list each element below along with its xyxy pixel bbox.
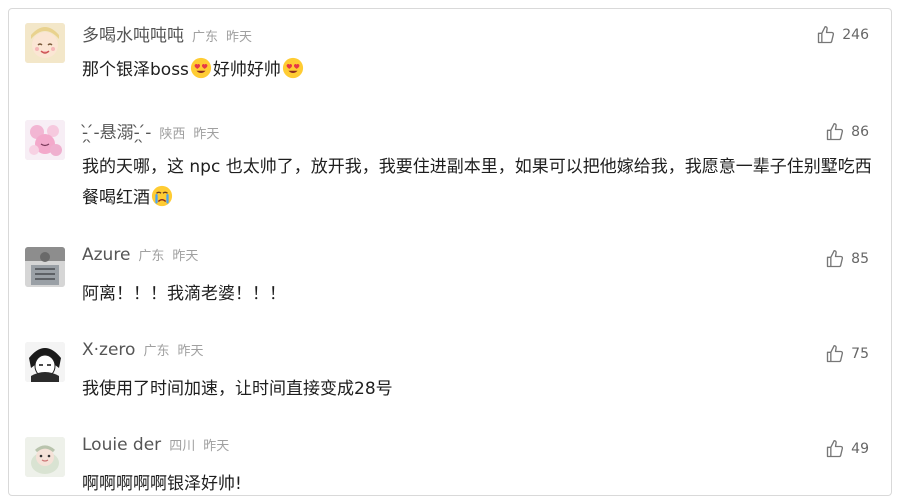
timestamp: 昨天	[177, 344, 204, 359]
comment-meta: -̗̀ ̖́-悬溺-̗̀ ̖́- 陕西 昨天	[82, 118, 227, 143]
thumbs-up-icon	[827, 123, 844, 141]
like-button[interactable]: 75	[825, 342, 869, 366]
timestamp: 昨天	[193, 127, 220, 142]
avatar[interactable]	[25, 247, 65, 287]
comment-text-part: 啊啊啊啊啊银泽好帅!	[82, 474, 242, 494]
comment-item: -̗̀ ̖́-悬溺-̗̀ ̖́- 陕西 昨天 86 我的天哪，这 npc 也太帅…	[9, 106, 891, 221]
region-label: 陕西	[159, 127, 186, 142]
comment-text: 我的天哪，这 npc 也太帅了，放开我，我要住进副本里，如果可以把他嫁给我，我愿…	[82, 152, 872, 214]
comment-text-part: 我使用了时间加速，让时间直接变成28号	[82, 379, 393, 399]
region-label: 广东	[143, 344, 170, 359]
comment-text-part: 好帅好帅	[212, 60, 281, 80]
thumbs-up-icon	[827, 345, 844, 363]
timestamp: 昨天	[226, 30, 253, 45]
like-count: 246	[842, 27, 869, 43]
username[interactable]: Azure	[82, 245, 130, 265]
heart-eyes-emoji	[190, 57, 211, 79]
comment-meta: Azure 广东 昨天	[82, 245, 206, 269]
heart-eyes-emoji	[282, 57, 303, 79]
avatar[interactable]	[25, 437, 65, 477]
thumbs-up-icon	[818, 26, 835, 44]
like-count: 85	[851, 251, 869, 267]
comment-item: Azure 广东 昨天 85 阿离！！！我滴老婆！！！	[9, 233, 891, 321]
comment-meta: 多喝水吨吨吨 广东 昨天	[82, 21, 260, 46]
username[interactable]: -̗̀ ̖́-悬溺-̗̀ ̖́-	[82, 118, 151, 143]
timestamp: 昨天	[172, 249, 199, 264]
region-label: 四川	[169, 439, 196, 454]
like-button[interactable]: 49	[825, 437, 869, 461]
comment-text: 啊啊啊啊啊银泽好帅!	[82, 469, 872, 495]
comment-meta: X·zero 广东 昨天	[82, 340, 211, 364]
comment-text: 阿离！！！我滴老婆！！！	[82, 279, 872, 310]
comment-item: X·zero 广东 昨天 75 我使用了时间加速，让时间直接变成28号	[9, 328, 891, 416]
avatar[interactable]	[25, 120, 65, 160]
comment-text-part: 那个银泽boss	[82, 60, 189, 80]
like-button[interactable]: 86	[825, 120, 869, 144]
comment-item: 多喝水吨吨吨 广东 昨天 246 那个银泽boss 好帅好帅	[9, 9, 891, 104]
avatar[interactable]	[25, 342, 65, 382]
region-label: 广东	[138, 249, 165, 264]
avatar[interactable]	[25, 23, 65, 63]
comment-item: Louie der 四川 昨天 49 啊啊啊啊啊银泽好帅!	[9, 423, 891, 495]
like-button[interactable]: 246	[816, 23, 869, 47]
comment-meta: Louie der 四川 昨天	[82, 435, 237, 459]
comment-text-part: 我的天哪，这 npc 也太帅了，放开我，我要住进副本里，如果可以把他嫁给我，我愿…	[82, 157, 872, 208]
like-button[interactable]: 85	[825, 247, 869, 271]
timestamp: 昨天	[203, 439, 230, 454]
username[interactable]: 多喝水吨吨吨	[82, 21, 184, 46]
region-label: 广东	[192, 30, 219, 45]
username[interactable]: Louie der	[82, 435, 161, 455]
comment-text: 那个银泽boss 好帅好帅	[82, 55, 872, 86]
comment-text-part: 阿离！！！我滴老婆！！！	[82, 284, 286, 304]
comment-text: 我使用了时间加速，让时间直接变成28号	[82, 374, 872, 405]
crying-emoji	[151, 185, 173, 207]
like-count: 75	[851, 346, 869, 362]
like-count: 86	[851, 124, 869, 140]
like-count: 49	[851, 441, 869, 457]
comment-list: 多喝水吨吨吨 广东 昨天 246 那个银泽boss 好帅好帅 -̗̀ ̖́-悬溺-…	[8, 8, 892, 496]
thumbs-up-icon	[827, 250, 844, 268]
username[interactable]: X·zero	[82, 340, 135, 360]
thumbs-up-icon	[827, 440, 844, 458]
